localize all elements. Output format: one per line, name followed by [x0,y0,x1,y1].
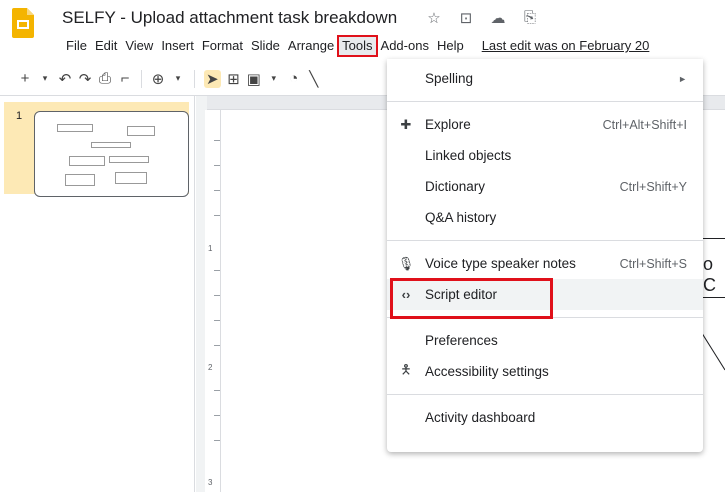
menu-item-linked-objects[interactable]: Linked objects [387,140,703,171]
menu-bar: File Edit View Insert Format Slide Arran… [62,35,650,57]
menu-divider [387,101,703,102]
ruler-tick [214,345,220,346]
ruler-tick [214,295,220,296]
ruler-tick [214,390,220,391]
menu-item-explore[interactable]: ✚ Explore Ctrl+Alt+Shift+I [387,109,703,140]
ruler-tick [214,320,220,321]
chevron-down-icon[interactable]: ▾ [171,73,185,84]
menu-item-script-editor[interactable]: ‹› Script editor [387,278,703,319]
submenu-arrow-icon: ► [678,73,687,84]
redo-icon[interactable]: ↷ [78,70,92,88]
menu-help[interactable]: Help [433,36,468,56]
menu-item-spelling[interactable]: Spelling ► [387,63,703,94]
last-edit-link[interactable]: Last edit was on February 20 [482,36,650,56]
ruler-mark: 2 [208,363,213,372]
menu-item-qa-history[interactable]: Q&A history [387,202,703,233]
ruler-tick [214,270,220,271]
slide-thumbnail-selected[interactable]: 1 [4,102,189,197]
vertical-ruler: 1 2 3 [205,110,221,492]
thumbnail-shape [127,126,155,136]
menu-insert[interactable]: Insert [157,36,198,56]
menu-tools[interactable]: Tools [337,35,378,57]
menu-edit[interactable]: Edit [91,36,121,56]
menu-item-dictionary[interactable]: Dictionary Ctrl+Shift+Y [387,171,703,202]
cloud-status-icon[interactable]: ☁ [489,9,507,27]
menu-item-accessibility-settings[interactable]: 🯅 Accessibility settings [387,356,703,387]
menu-file[interactable]: File [62,36,91,56]
microphone-icon: 🎙 [397,255,415,271]
app-header: SELFY - Upload attachment task breakdown… [0,0,725,62]
explore-icon: ✚ [400,116,412,132]
menu-item-voice-type-speaker-notes[interactable]: 🎙 Voice type speaker notes Ctrl+Shift+S [387,248,703,279]
slides-logo-icon[interactable] [12,8,34,38]
slide-text[interactable]: o C [703,254,725,296]
chevron-down-icon[interactable]: ▾ [267,73,281,84]
slide-filmstrip: 1 [0,96,195,492]
select-cursor-icon[interactable]: ➤ [204,69,221,88]
shared-drive-icon[interactable]: ⎘ [521,9,539,27]
code-brackets-icon: ‹› [401,287,411,302]
toolbar-divider [194,69,195,88]
ruler-tick [214,415,220,416]
document-title[interactable]: SELFY - Upload attachment task breakdown [62,8,397,28]
menu-divider [387,240,703,241]
slide-number: 1 [16,110,23,122]
menu-view[interactable]: View [121,36,157,56]
text-box-icon[interactable]: ⊞ [227,70,241,88]
undo-icon[interactable]: ↶ [58,70,72,88]
thumbnail-shape [91,142,131,148]
print-icon[interactable]: ⎙ [98,70,112,87]
paint-format-icon[interactable]: ⌐ [118,70,132,87]
line-icon[interactable]: ╲ [307,70,321,88]
ruler-tick [214,140,220,141]
thumbnail-shape [115,172,147,184]
accessibility-icon: 🯅 [400,361,412,377]
ruler-mark: 3 [208,478,213,487]
star-icon[interactable]: ☆ [425,9,443,27]
thumbnail-shape [109,156,149,163]
menu-add-ons[interactable]: Add-ons [377,36,433,56]
menu-format[interactable]: Format [198,36,247,56]
toolbar-divider [141,69,142,88]
image-icon[interactable]: ▣ [247,70,261,88]
zoom-icon[interactable]: ⊕ [151,70,165,88]
move-to-folder-icon[interactable]: ⊡ [457,9,475,27]
ruler-tick [214,165,220,166]
ruler-tick [214,215,220,216]
tools-menu: Spelling ► ✚ Explore Ctrl+Alt+Shift+I Li… [387,59,703,452]
menu-divider [387,394,703,395]
new-slide-icon[interactable]: + [18,70,32,87]
thumbnail-shape [57,124,93,132]
ruler-mark: 1 [208,244,213,253]
ruler-tick [214,440,220,441]
slide-thumbnail[interactable] [34,111,189,197]
shape-icon[interactable]: ◔ [287,70,301,87]
chevron-down-icon[interactable]: ▾ [38,73,52,84]
menu-item-activity-dashboard[interactable]: Activity dashboard [387,402,703,433]
ruler-tick [214,190,220,191]
menu-arrange[interactable]: Arrange [284,36,338,56]
thumbnail-shape [65,174,95,186]
thumbnail-shape [69,156,105,166]
connector-line[interactable] [700,330,725,380]
menu-item-preferences[interactable]: Preferences [387,325,703,356]
menu-slide[interactable]: Slide [247,36,284,56]
